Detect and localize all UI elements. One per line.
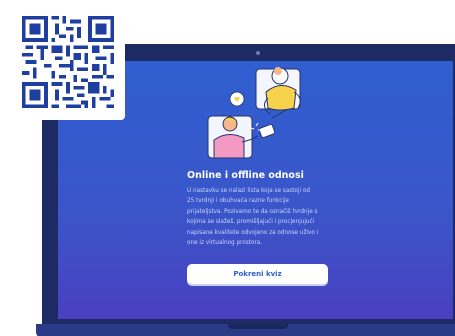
page: Online i offline odnosi U nastavku se na… [0,0,455,336]
start-quiz-button[interactable]: Pokreni kviz [187,264,328,284]
description-line: 25 tvrdnji i obuhvaća razne funkcije [187,198,290,205]
quiz-description: U nastavku se nalazi lista koja se sasto… [187,186,359,248]
laptop-camera [256,51,260,55]
start-quiz-button-label: Pokreni kviz [233,270,282,278]
qr-code-icon [22,16,114,108]
description-line: prijateljstva. Pozivamo te da označiš tv… [187,208,318,215]
laptop-notch [228,324,288,329]
description-line: U nastavku se nalazi lista koja se sasto… [187,188,310,194]
description-line: kojima se slažeš, promišljajući i procje… [187,219,315,226]
qr-code-card [10,5,125,120]
friends-illustration [207,67,301,159]
description-line: napisane kvalitete odvojeno za odnose už… [187,229,319,236]
quiz-title: Online i offline odnosi [187,170,304,181]
description-line: one iz virtualnog prostora. [187,240,263,247]
